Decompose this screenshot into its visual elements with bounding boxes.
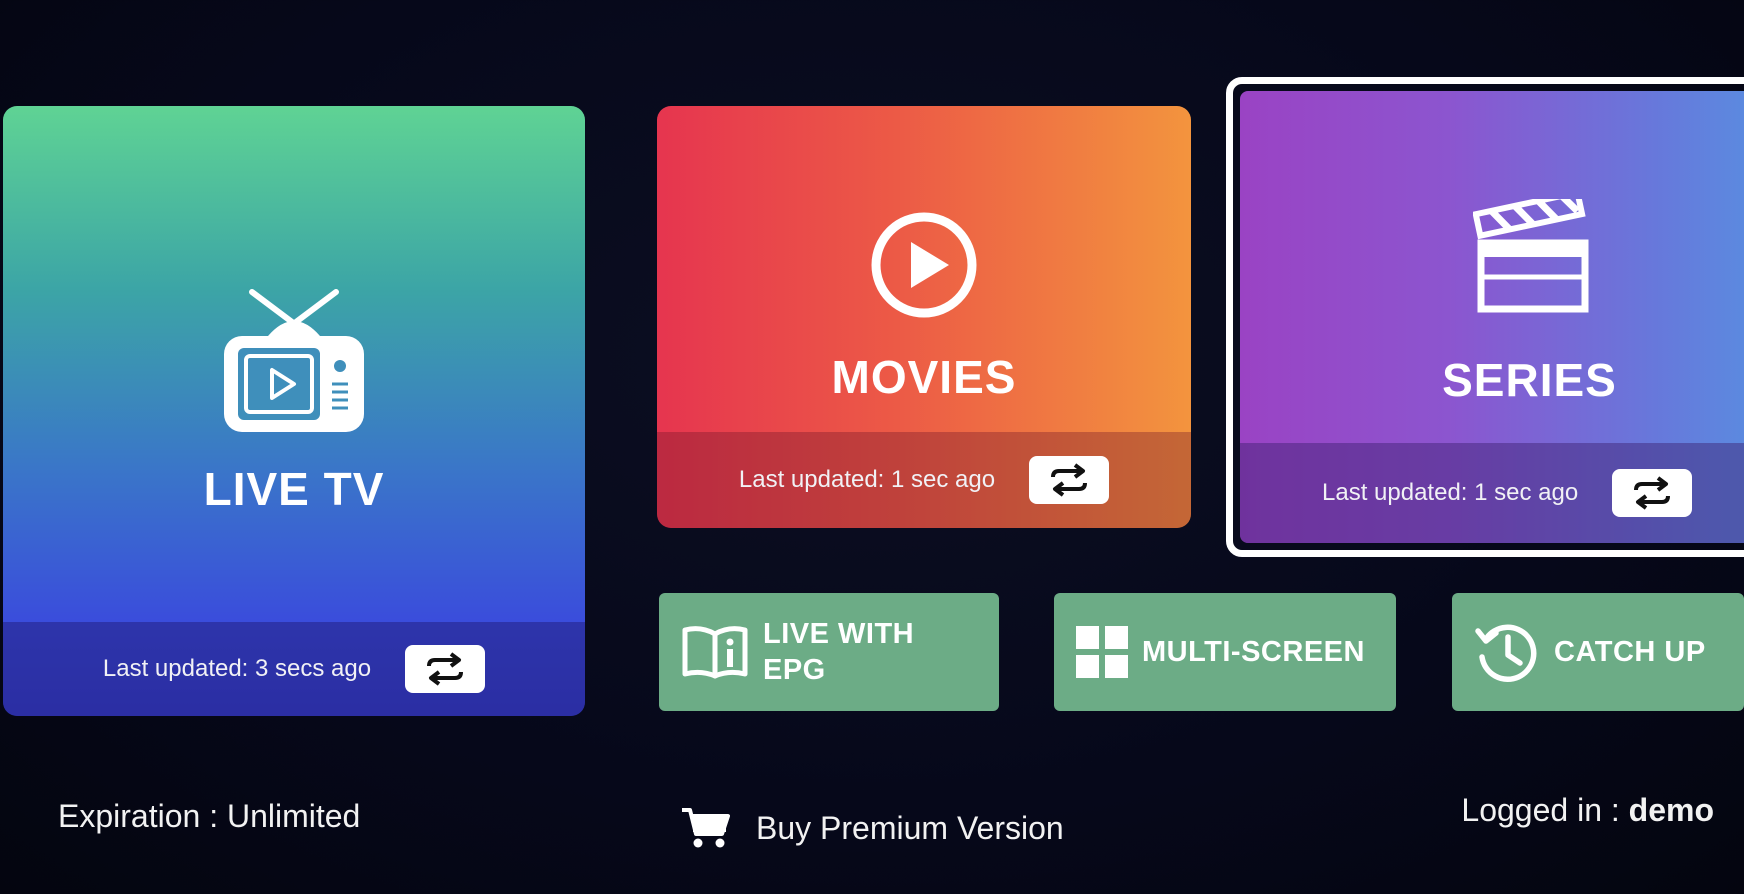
logged-in-label: Logged in : (1461, 792, 1629, 828)
movies-refresh-button[interactable] (1029, 456, 1110, 504)
refresh-icon (1051, 463, 1088, 497)
catch-up-label: CATCH UP (1554, 636, 1706, 668)
series-refresh-button[interactable] (1612, 469, 1693, 517)
cart-icon (682, 808, 730, 848)
tv-icon (220, 284, 368, 441)
history-icon (1475, 624, 1537, 683)
multi-screen-button[interactable]: MULTI-SCREEN (1054, 593, 1396, 711)
catch-up-button[interactable]: CATCH UP (1452, 593, 1744, 711)
live-tv-title: LIVE TV (203, 463, 385, 515)
movies-tile[interactable]: MOVIES Last updated: 1 sec ago (657, 106, 1191, 528)
multi-screen-label: MULTI-SCREEN (1142, 636, 1365, 668)
buy-premium-button[interactable]: Buy Premium Version (680, 806, 1064, 850)
live-with-epg-label: LIVE WITH EPG (763, 616, 914, 688)
live-with-epg-button[interactable]: LIVE WITH EPG (659, 593, 999, 711)
movies-title: MOVIES (831, 351, 1017, 403)
play-circle-icon (869, 210, 979, 325)
live-with-epg-line2: EPG (763, 654, 826, 686)
refresh-icon (427, 652, 464, 686)
logged-in-user: demo (1628, 792, 1714, 828)
buy-premium-label: Buy Premium Version (756, 809, 1064, 846)
movies-last-updated: Last updated: 1 sec ago (738, 466, 996, 493)
expiration-text: Expiration : Unlimited (58, 798, 361, 834)
live-tv-tile[interactable]: LIVE TV Last updated: 3 secs ago (3, 106, 585, 716)
series-last-updated: Last updated: 1 sec ago (1322, 479, 1579, 506)
live-with-epg-line1: LIVE WITH (763, 618, 915, 650)
logged-in-status: Logged in : demo (1461, 792, 1714, 829)
refresh-icon (1634, 476, 1671, 510)
live-tv-footer: Last updated: 3 secs ago (3, 622, 585, 716)
clapperboard-icon (1471, 189, 1589, 320)
movies-footer: Last updated: 1 sec ago (657, 432, 1191, 528)
book-info-icon (682, 626, 748, 679)
series-footer: Last updated: 1 sec ago (1240, 443, 1744, 543)
live-tv-last-updated: Last updated: 3 secs ago (102, 655, 372, 682)
series-tile-selected-frame[interactable]: SERIES Last updated: 1 sec ago (1226, 77, 1744, 557)
series-tile[interactable]: SERIES Last updated: 1 sec ago (1240, 91, 1744, 543)
live-tv-refresh-button[interactable] (405, 645, 486, 693)
grid-icon (1076, 626, 1128, 678)
series-title: SERIES (1442, 354, 1617, 406)
